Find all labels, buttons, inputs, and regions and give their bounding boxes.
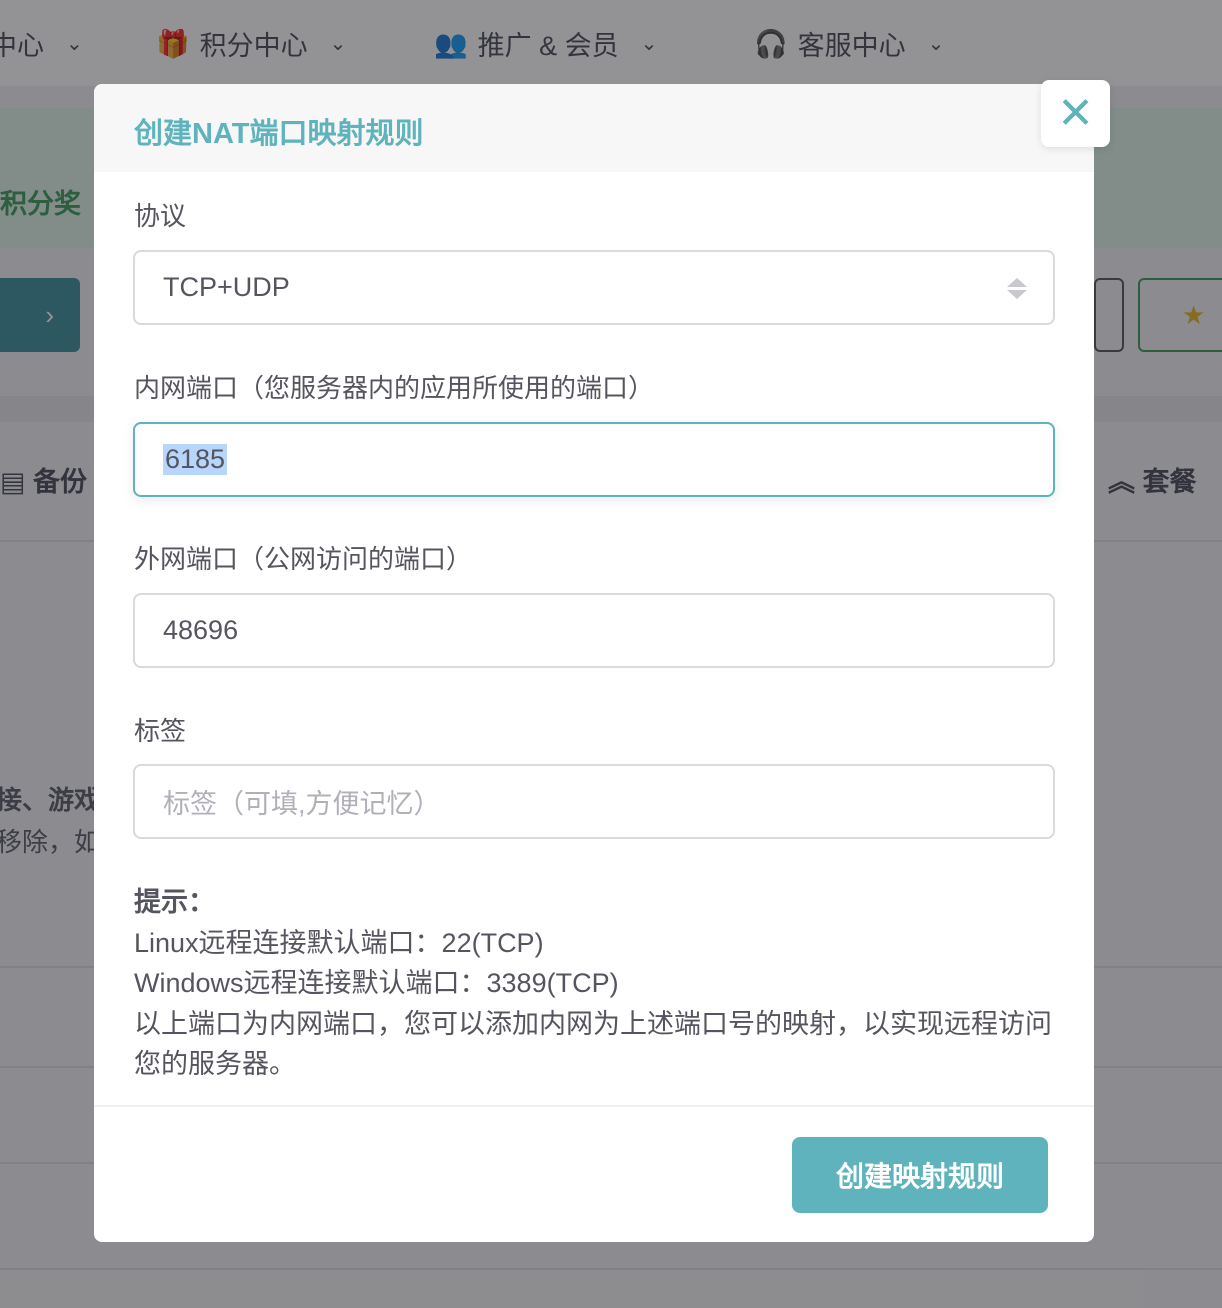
nat-rule-dialog: 创建NAT端口映射规则 协议 TCP+UDP 内网端口（您服务器内的应用所使用的… bbox=[94, 84, 1094, 1242]
external-port-input[interactable]: 48696 bbox=[133, 593, 1055, 668]
hint-line: Windows远程连接默认端口：3389(TCP) bbox=[134, 968, 619, 998]
protocol-value: TCP+UDP bbox=[163, 272, 290, 302]
hint-line: 以上端口为内网端口，您可以添加内网为上述端口号的映射，以实现远程访问您的服务器。 bbox=[134, 1008, 1052, 1080]
internal-port-value: 6185 bbox=[163, 444, 228, 475]
select-arrows-icon bbox=[1007, 278, 1027, 299]
hint-line: Linux远程连接默认端口：22(TCP) bbox=[134, 927, 544, 958]
dialog-title: 创建NAT端口映射规则 bbox=[94, 84, 1094, 172]
footer-divider bbox=[94, 1105, 1094, 1107]
hint-block: 提示： Linux远程连接默认端口：22(TCP) Windows远程连接默认端… bbox=[134, 882, 1054, 1085]
close-button[interactable]: ✕ bbox=[1041, 80, 1110, 147]
protocol-select[interactable]: TCP+UDP bbox=[133, 250, 1055, 325]
external-port-label: 外网端口（公网访问的端口） bbox=[134, 544, 473, 574]
create-rule-button[interactable]: 创建映射规则 bbox=[792, 1137, 1048, 1213]
tag-input[interactable]: 标签（可填,方便记忆） bbox=[133, 764, 1055, 839]
hint-title: 提示： bbox=[134, 887, 215, 917]
tag-placeholder: 标签（可填,方便记忆） bbox=[163, 789, 441, 819]
protocol-label: 协议 bbox=[134, 201, 187, 231]
close-icon: ✕ bbox=[1057, 89, 1094, 138]
external-port-value: 48696 bbox=[163, 615, 239, 645]
internal-port-label: 内网端口（您服务器内的应用所使用的端口） bbox=[134, 373, 655, 403]
internal-port-input[interactable]: 6185 bbox=[133, 422, 1055, 497]
tag-label: 标签 bbox=[134, 716, 187, 746]
